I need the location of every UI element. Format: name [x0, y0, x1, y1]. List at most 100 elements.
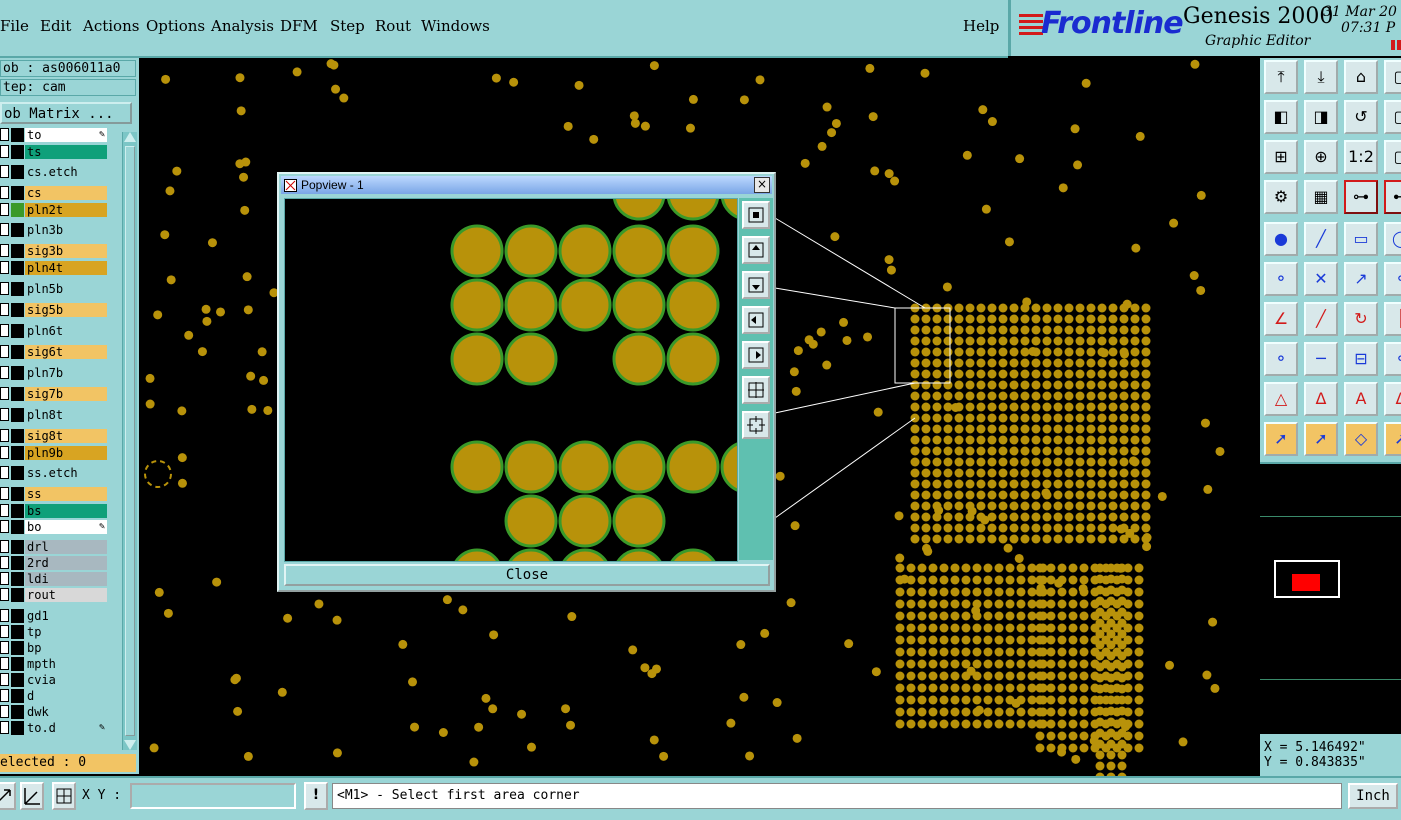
layer-name[interactable]: pln5b [25, 282, 107, 296]
layer-name[interactable]: pln9b [25, 446, 107, 460]
layer-name[interactable]: sig6t [25, 345, 107, 359]
layer-row-2rd[interactable]: 2rd [0, 556, 108, 570]
layer-checkbox[interactable] [0, 520, 9, 533]
add-pad-icon[interactable]: ● [1264, 222, 1298, 256]
menu-edit[interactable]: Edit [40, 17, 71, 35]
add-line-icon[interactable]: ╱ [1304, 222, 1338, 256]
layer-name[interactable]: cs.etch [25, 165, 107, 179]
layer-color-swatch[interactable] [11, 721, 24, 735]
layer-name[interactable]: ss.etch [25, 466, 107, 480]
pan-right-icon[interactable] [742, 341, 770, 369]
popview-close-button[interactable]: Close [284, 564, 770, 586]
menu-file[interactable]: File [0, 17, 29, 35]
layer-checkbox[interactable] [0, 408, 9, 421]
mini-map[interactable] [1260, 462, 1401, 734]
layer-row-to[interactable]: to ✎ [0, 128, 108, 142]
layer-checkbox[interactable] [0, 145, 9, 158]
layer-color-swatch[interactable] [11, 145, 24, 159]
layer-name[interactable]: gd1 [25, 609, 107, 623]
layer-scrollbar[interactable] [122, 132, 137, 750]
menu-dfm[interactable]: DFM [280, 17, 318, 35]
scroll-thumb[interactable] [125, 146, 135, 736]
layer-color-swatch[interactable] [11, 165, 24, 179]
layer-checkbox[interactable] [0, 282, 9, 295]
open-job-icon[interactable]: ⤒ [1264, 60, 1298, 94]
layer-checkbox[interactable] [0, 625, 9, 638]
connect-icon[interactable]: ⚬ [1264, 262, 1298, 296]
ruler-icon[interactable]: ▭ [1344, 222, 1378, 256]
layer-checkbox[interactable] [0, 223, 9, 236]
layer-name[interactable]: sig3b [25, 244, 107, 258]
layer-name[interactable]: to.d ✎ [25, 721, 107, 735]
zoom-home-icon[interactable] [742, 411, 770, 439]
select-more-icon[interactable]: ➚ [1384, 422, 1401, 456]
layer-checkbox[interactable] [0, 203, 9, 216]
layer-name[interactable]: bp [25, 641, 107, 655]
menu-options[interactable]: Options [146, 17, 205, 35]
zoom-window-icon[interactable] [742, 201, 770, 229]
layer-name[interactable]: ss [25, 487, 107, 501]
layer-checkbox[interactable] [0, 673, 9, 686]
zoom-icon[interactable]: ▢ [1384, 100, 1401, 134]
settings-icon[interactable]: ⚙ [1264, 180, 1298, 214]
edit-line-icon[interactable]: ╱ [1304, 302, 1338, 336]
layer-row-bs[interactable]: bs [0, 504, 108, 518]
layer-name[interactable]: to ✎ [25, 128, 107, 142]
net-icon[interactable]: ⊶ [1344, 180, 1378, 214]
layer-name[interactable]: cvia [25, 673, 107, 687]
layer-checkbox[interactable] [0, 387, 9, 400]
layer-row-pln8t[interactable]: pln8t [0, 408, 108, 422]
layer-name[interactable]: dwk [25, 705, 107, 719]
close-icon[interactable]: × [754, 177, 770, 193]
copy-icon[interactable]: ⚬ [1384, 262, 1401, 296]
pan-left-icon[interactable] [742, 306, 770, 334]
layer-color-swatch[interactable] [11, 466, 24, 480]
layer-checkbox[interactable] [0, 186, 9, 199]
layer-color-swatch[interactable] [11, 520, 24, 534]
fit-screen-icon[interactable] [742, 376, 770, 404]
line-icon[interactable]: ─ [1304, 342, 1338, 376]
layer-checkbox[interactable] [0, 689, 9, 702]
net-alt-icon[interactable]: ⊷ [1384, 180, 1401, 214]
layer-checkbox[interactable] [0, 721, 9, 734]
layer-row-d[interactable]: d [0, 689, 108, 703]
layer-checkbox[interactable] [0, 572, 9, 585]
layer-row-ss-etch[interactable]: ss.etch [0, 466, 108, 480]
scroll-down-icon[interactable] [124, 740, 136, 750]
layer-row-mpth[interactable]: mpth [0, 657, 108, 671]
layer-row-sig5b[interactable]: sig5b [0, 303, 108, 317]
layer-color-swatch[interactable] [11, 641, 24, 655]
layer-color-swatch[interactable] [11, 572, 24, 586]
layer-color-swatch[interactable] [11, 673, 24, 687]
layer-row-sig8t[interactable]: sig8t [0, 429, 108, 443]
layer-checkbox[interactable] [0, 657, 9, 670]
feature-icon[interactable]: ⚬ [1264, 342, 1298, 376]
warning-button[interactable]: ! [304, 782, 328, 810]
layer-row-cs[interactable]: cs [0, 186, 108, 200]
layer-row-drl[interactable]: drl [0, 540, 108, 554]
layer-color-swatch[interactable] [11, 446, 24, 460]
menu-analysis[interactable]: Analysis [211, 17, 274, 35]
layer-checkbox[interactable] [0, 641, 9, 654]
pan-left-icon[interactable]: ◧ [1264, 100, 1298, 134]
outline-icon[interactable]: Δ [1384, 382, 1401, 416]
rotate-icon[interactable]: ↻ [1344, 302, 1378, 336]
layer-row-pln3b[interactable]: pln3b [0, 223, 108, 237]
layer-row-ss[interactable]: ss [0, 487, 108, 501]
layer-checkbox[interactable] [0, 487, 9, 500]
layer-row-bp[interactable]: bp [0, 641, 108, 655]
zoom-box-icon[interactable]: ▢ [1384, 140, 1401, 174]
layer-icon[interactable]: ⚬ [1384, 342, 1401, 376]
layer-name[interactable]: sig5b [25, 303, 107, 317]
grid-button[interactable] [52, 782, 76, 810]
pan-down-icon[interactable] [742, 271, 770, 299]
layer-row-sig6t[interactable]: sig6t [0, 345, 108, 359]
layer-checkbox[interactable] [0, 466, 9, 479]
layer-checkbox[interactable] [0, 504, 9, 517]
save-icon[interactable]: ⤓ [1304, 60, 1338, 94]
layer-color-swatch[interactable] [11, 487, 24, 501]
menu-windows[interactable]: Windows [421, 17, 490, 35]
layer-checkbox[interactable] [0, 244, 9, 257]
layer-row-tp[interactable]: tp [0, 625, 108, 639]
layer-color-swatch[interactable] [11, 203, 24, 217]
